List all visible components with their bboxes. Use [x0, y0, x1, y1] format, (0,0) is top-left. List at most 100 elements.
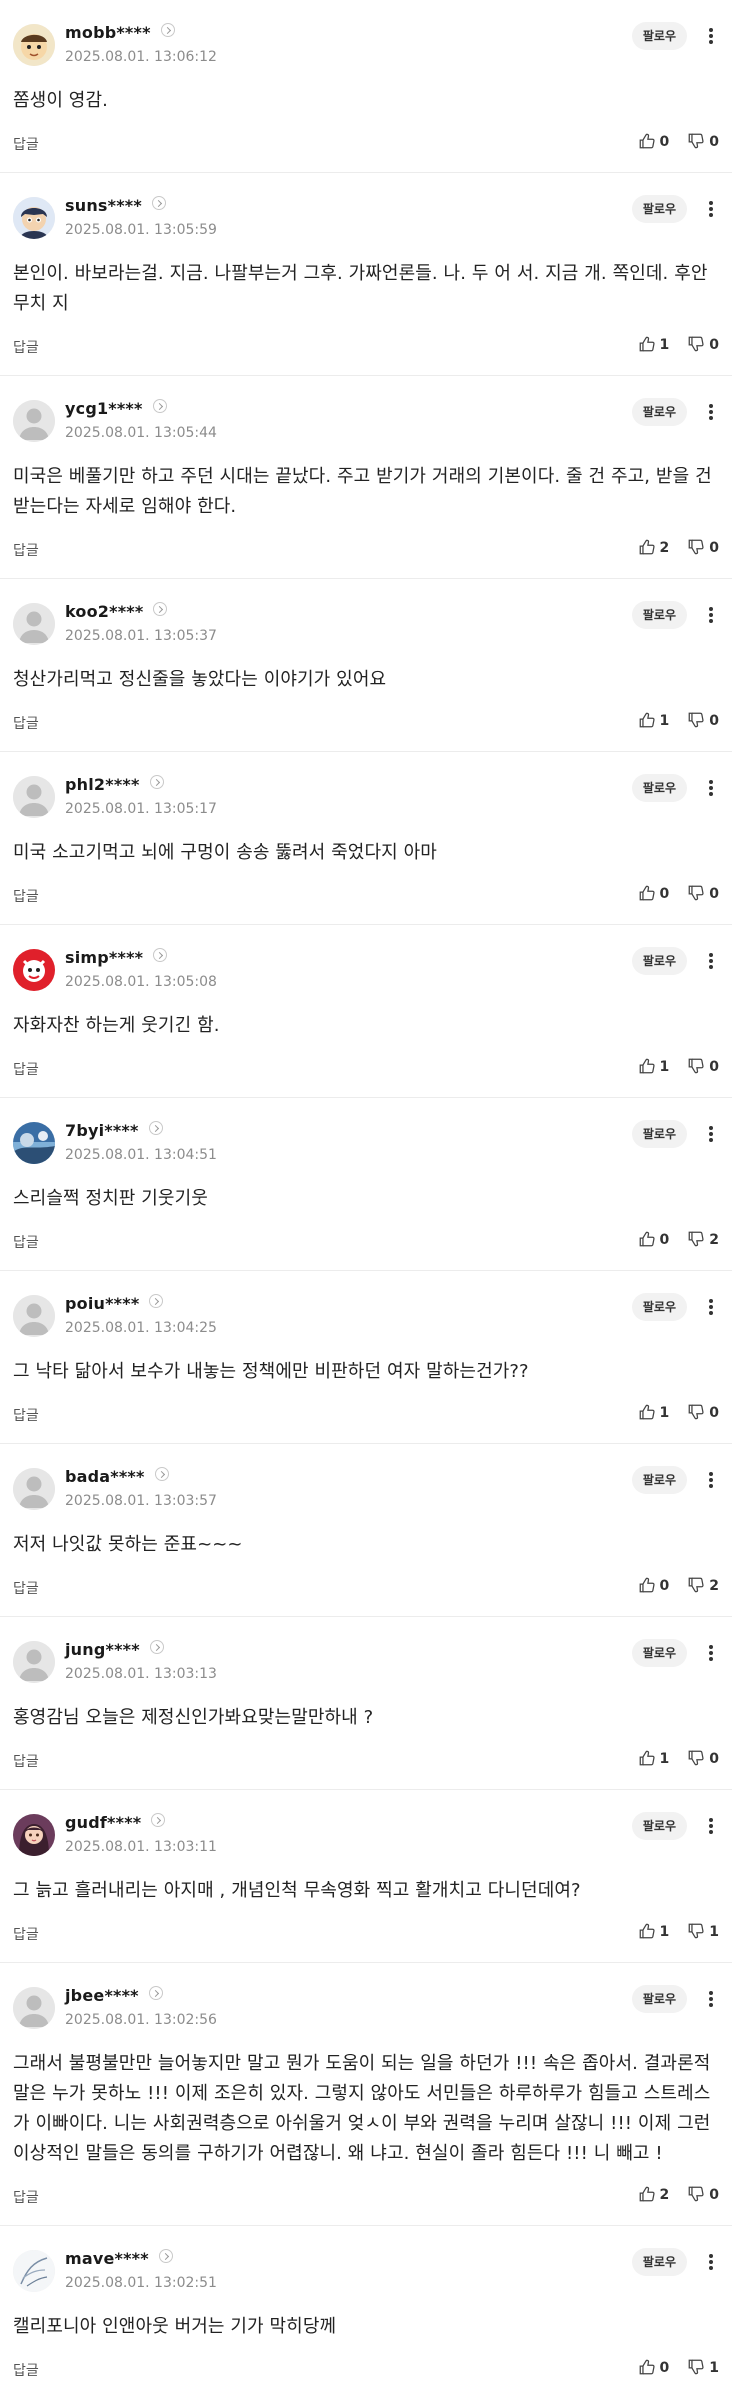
- like-button[interactable]: 1: [638, 1749, 669, 1767]
- chevron-right-icon[interactable]: [151, 1813, 166, 1827]
- dislike-button[interactable]: 0: [687, 711, 719, 729]
- chevron-right-icon[interactable]: [148, 1121, 163, 1135]
- avatar[interactable]: [13, 2250, 55, 2292]
- more-options-icon[interactable]: [703, 1985, 719, 2013]
- dislike-button[interactable]: 0: [687, 132, 719, 150]
- avatar[interactable]: [13, 949, 55, 991]
- avatar[interactable]: [13, 400, 55, 442]
- more-options-icon[interactable]: [703, 1639, 719, 1667]
- chevron-right-icon[interactable]: [151, 196, 166, 210]
- username[interactable]: mave****: [65, 2249, 173, 2268]
- follow-button[interactable]: 팔로우: [631, 398, 687, 426]
- follow-button[interactable]: 팔로우: [631, 1639, 687, 1667]
- dislike-button[interactable]: 0: [687, 335, 719, 353]
- like-button[interactable]: 2: [638, 538, 669, 556]
- like-button[interactable]: 0: [638, 1230, 669, 1248]
- follow-button[interactable]: 팔로우: [631, 2248, 687, 2276]
- chevron-right-icon[interactable]: [149, 1294, 164, 1308]
- more-options-icon[interactable]: [703, 398, 719, 426]
- avatar[interactable]: [13, 1295, 55, 1337]
- username[interactable]: koo2****: [65, 602, 168, 621]
- avatar[interactable]: [13, 1641, 55, 1683]
- username[interactable]: ycg1****: [65, 399, 167, 418]
- username[interactable]: mobb****: [65, 23, 175, 42]
- chevron-right-icon[interactable]: [160, 23, 175, 37]
- avatar[interactable]: [13, 1987, 55, 2029]
- username[interactable]: 7byi****: [65, 1121, 163, 1140]
- username[interactable]: suns****: [65, 196, 166, 215]
- like-button[interactable]: 1: [638, 711, 669, 729]
- like-button[interactable]: 0: [638, 132, 669, 150]
- like-button[interactable]: 0: [638, 884, 669, 902]
- more-options-icon[interactable]: [703, 1466, 719, 1494]
- follow-button[interactable]: 팔로우: [631, 774, 687, 802]
- chevron-right-icon[interactable]: [153, 602, 168, 616]
- more-options-icon[interactable]: [703, 2248, 719, 2276]
- follow-button[interactable]: 팔로우: [631, 1120, 687, 1148]
- reply-button[interactable]: 답글: [13, 1578, 39, 1598]
- username[interactable]: bada****: [65, 1467, 169, 1486]
- reply-button[interactable]: 답글: [13, 134, 39, 154]
- dislike-button[interactable]: 0: [687, 1057, 719, 1075]
- username[interactable]: poiu****: [65, 1294, 164, 1313]
- chevron-right-icon[interactable]: [153, 948, 168, 962]
- chevron-right-icon[interactable]: [149, 775, 164, 789]
- username[interactable]: gudf****: [65, 1813, 166, 1832]
- dislike-button[interactable]: 1: [687, 1922, 719, 1940]
- reply-button[interactable]: 답글: [13, 1232, 39, 1252]
- chevron-right-icon[interactable]: [149, 1640, 164, 1654]
- avatar[interactable]: [13, 603, 55, 645]
- username[interactable]: simp****: [65, 948, 168, 967]
- chevron-right-icon[interactable]: [158, 2249, 173, 2263]
- follow-button[interactable]: 팔로우: [631, 947, 687, 975]
- chevron-right-icon[interactable]: [148, 1986, 163, 2000]
- reply-button[interactable]: 답글: [13, 713, 39, 733]
- more-options-icon[interactable]: [703, 1293, 719, 1321]
- dislike-button[interactable]: 2: [687, 1576, 719, 1594]
- like-button[interactable]: 0: [638, 1576, 669, 1594]
- reply-button[interactable]: 답글: [13, 1924, 39, 1944]
- avatar[interactable]: [13, 1122, 55, 1164]
- dislike-button[interactable]: 0: [687, 1749, 719, 1767]
- reply-button[interactable]: 답글: [13, 886, 39, 906]
- follow-button[interactable]: 팔로우: [631, 1985, 687, 2013]
- like-button[interactable]: 1: [638, 1922, 669, 1940]
- follow-button[interactable]: 팔로우: [631, 22, 687, 50]
- reply-button[interactable]: 답글: [13, 2360, 39, 2380]
- like-button[interactable]: 1: [638, 1057, 669, 1075]
- like-button[interactable]: 0: [638, 2358, 669, 2376]
- reply-button[interactable]: 답글: [13, 540, 39, 560]
- follow-button[interactable]: 팔로우: [631, 601, 687, 629]
- dislike-button[interactable]: 2: [687, 1230, 719, 1248]
- more-options-icon[interactable]: [703, 195, 719, 223]
- reply-button[interactable]: 답글: [13, 2187, 39, 2207]
- follow-button[interactable]: 팔로우: [631, 1466, 687, 1494]
- more-options-icon[interactable]: [703, 1120, 719, 1148]
- reply-button[interactable]: 답글: [13, 1059, 39, 1079]
- avatar[interactable]: [13, 1814, 55, 1856]
- username[interactable]: phl2****: [65, 775, 164, 794]
- username[interactable]: jbee****: [65, 1986, 163, 2005]
- more-options-icon[interactable]: [703, 1812, 719, 1840]
- like-button[interactable]: 1: [638, 335, 669, 353]
- follow-button[interactable]: 팔로우: [631, 1812, 687, 1840]
- dislike-button[interactable]: 0: [687, 884, 719, 902]
- dislike-button[interactable]: 1: [687, 2358, 719, 2376]
- follow-button[interactable]: 팔로우: [631, 195, 687, 223]
- more-options-icon[interactable]: [703, 601, 719, 629]
- like-button[interactable]: 2: [638, 2185, 669, 2203]
- username[interactable]: jung****: [65, 1640, 164, 1659]
- more-options-icon[interactable]: [703, 947, 719, 975]
- follow-button[interactable]: 팔로우: [631, 1293, 687, 1321]
- chevron-right-icon[interactable]: [152, 399, 167, 413]
- dislike-button[interactable]: 0: [687, 2185, 719, 2203]
- reply-button[interactable]: 답글: [13, 337, 39, 357]
- reply-button[interactable]: 답글: [13, 1751, 39, 1771]
- avatar[interactable]: [13, 24, 55, 66]
- more-options-icon[interactable]: [703, 774, 719, 802]
- more-options-icon[interactable]: [703, 22, 719, 50]
- chevron-right-icon[interactable]: [154, 1467, 169, 1481]
- like-button[interactable]: 1: [638, 1403, 669, 1421]
- dislike-button[interactable]: 0: [687, 1403, 719, 1421]
- reply-button[interactable]: 답글: [13, 1405, 39, 1425]
